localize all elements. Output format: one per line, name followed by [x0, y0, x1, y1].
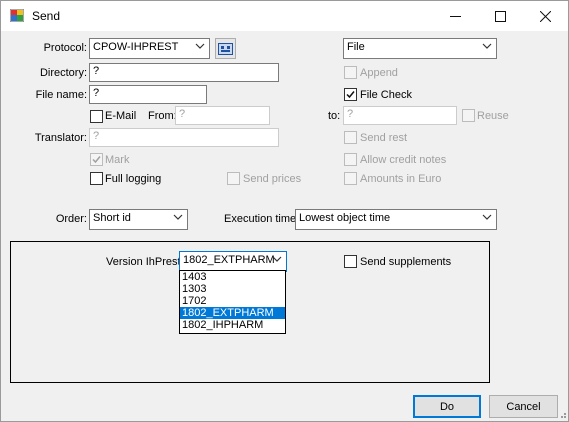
- send-rest-label: Send rest: [360, 132, 408, 144]
- mark-checkbox[interactable]: [90, 153, 103, 166]
- minimize-button[interactable]: [433, 1, 478, 31]
- checkmark-icon: [346, 91, 355, 99]
- file-type-select[interactable]: File: [343, 38, 497, 59]
- chevron-down-icon: [482, 214, 492, 220]
- order-value: Short id: [93, 212, 131, 224]
- protocol-select[interactable]: CPOW-IHPREST: [89, 38, 210, 59]
- mark-label: Mark: [105, 154, 130, 166]
- append-checkbox[interactable]: [344, 66, 357, 79]
- full-logging-label: Full logging: [105, 173, 162, 185]
- from-label: From:: [148, 110, 177, 122]
- file-type-value: File: [347, 41, 365, 53]
- version-option[interactable]: 1702: [180, 295, 285, 307]
- version-option[interactable]: 1403: [180, 271, 285, 283]
- close-button[interactable]: [523, 1, 568, 31]
- file-name-field[interactable]: ?: [89, 85, 207, 104]
- directory-field[interactable]: ?: [89, 63, 279, 82]
- file-check-checkbox[interactable]: [344, 88, 357, 101]
- chevron-down-icon: [195, 43, 205, 49]
- protocol-label: Protocol:: [43, 42, 87, 54]
- close-icon: [540, 10, 551, 22]
- send-supplements-checkbox[interactable]: [344, 255, 357, 268]
- to-label: to:: [328, 110, 341, 122]
- maximize-icon: [495, 10, 506, 22]
- reuse-label: Reuse: [477, 110, 509, 122]
- file-name-label: File name:: [35, 89, 87, 101]
- execution-time-label: Execution time:: [224, 213, 300, 225]
- title-bar[interactable]: Send: [1, 1, 568, 31]
- chevron-down-icon: [173, 214, 183, 220]
- app-icon: [9, 8, 25, 23]
- amounts-in-euro-checkbox[interactable]: [344, 172, 357, 185]
- execution-time-value: Lowest object time: [299, 212, 391, 224]
- amounts-in-euro-label: Amounts in Euro: [360, 173, 442, 185]
- version-option[interactable]: 1802_EXTPHARM: [180, 307, 285, 319]
- send-prices-checkbox[interactable]: [227, 172, 240, 185]
- reuse-checkbox[interactable]: [462, 109, 475, 122]
- from-field[interactable]: ?: [175, 106, 270, 125]
- file-check-label: File Check: [360, 89, 412, 101]
- translator-label: Translator:: [34, 132, 87, 144]
- email-checkbox[interactable]: [90, 110, 103, 123]
- version-dropdown-list: 1403 1303 1702 1802_EXTPHARM 1802_IHPHARM: [179, 270, 286, 334]
- cancel-button[interactable]: Cancel: [489, 395, 558, 418]
- minimize-icon: [450, 15, 461, 17]
- translator-field[interactable]: ?: [89, 128, 279, 147]
- email-label: E-Mail: [105, 110, 137, 122]
- directory-label: Directory:: [39, 67, 87, 79]
- version-value: 1802_EXTPHARM: [183, 254, 275, 266]
- send-rest-checkbox[interactable]: [344, 131, 357, 144]
- version-label: Version IhPrest:: [106, 256, 184, 268]
- send-dialog: Send Protocol: CPOW-IHPREST File Directo…: [0, 0, 569, 422]
- to-field[interactable]: ?: [343, 106, 457, 125]
- order-label: Order:: [55, 213, 87, 225]
- send-supplements-label: Send supplements: [360, 256, 452, 268]
- chevron-down-icon: [482, 43, 492, 49]
- send-prices-label: Send prices: [243, 173, 302, 185]
- protocol-settings-button[interactable]: [215, 38, 236, 59]
- version-option[interactable]: 1303: [180, 283, 285, 295]
- order-select[interactable]: Short id: [89, 209, 188, 230]
- allow-credit-notes-checkbox[interactable]: [344, 153, 357, 166]
- checkmark-icon: [92, 156, 101, 164]
- append-label: Append: [360, 67, 398, 79]
- allow-credit-notes-label: Allow credit notes: [360, 154, 447, 166]
- execution-time-select[interactable]: Lowest object time: [295, 209, 497, 230]
- do-button[interactable]: Do: [413, 395, 481, 418]
- version-option[interactable]: 1802_IHPHARM: [180, 319, 285, 331]
- protocol-value: CPOW-IHPREST: [93, 41, 179, 53]
- window-title: Send: [32, 9, 61, 23]
- settings-icon: [218, 42, 233, 55]
- chevron-down-icon: [272, 256, 282, 262]
- resize-grip-icon[interactable]: [557, 409, 567, 419]
- maximize-button[interactable]: [478, 1, 523, 31]
- full-logging-checkbox[interactable]: [90, 172, 103, 185]
- version-select[interactable]: 1802_EXTPHARM: [179, 251, 287, 272]
